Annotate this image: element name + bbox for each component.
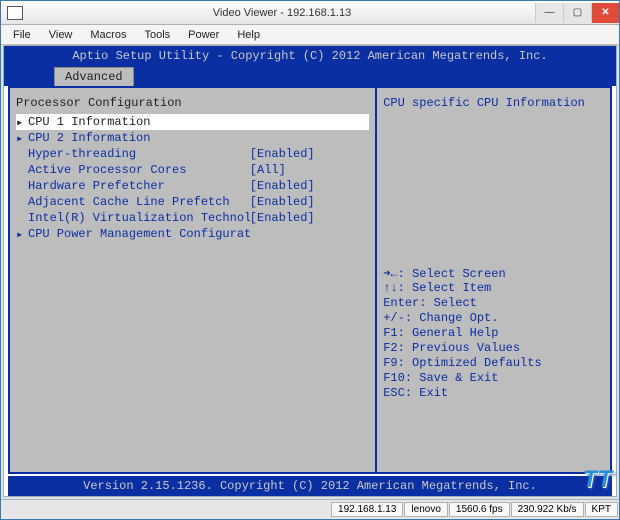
opt-label: Hyper-threading bbox=[28, 147, 250, 161]
hint-esc: ESC: Exit bbox=[383, 386, 604, 401]
opt-cpu1-info[interactable]: ▸ CPU 1 Information bbox=[16, 114, 369, 130]
opt-adj-cache-prefetch[interactable]: Adjacent Cache Line Prefetch [Enabled] bbox=[16, 194, 369, 210]
status-mode: KPT bbox=[585, 502, 618, 517]
opt-value: [Enabled] bbox=[250, 195, 369, 209]
opt-hw-prefetcher[interactable]: Hardware Prefetcher [Enabled] bbox=[16, 178, 369, 194]
statusbar: 192.168.1.13 lenovo 1560.6 fps 230.922 K… bbox=[1, 499, 619, 519]
close-button[interactable]: ✕ bbox=[591, 3, 619, 23]
hint-enter: Enter: Select bbox=[383, 296, 604, 311]
status-fps: 1560.6 fps bbox=[449, 502, 510, 517]
bios-body: Processor Configuration ▸ CPU 1 Informat… bbox=[8, 86, 612, 474]
menubar: File View Macros Tools Power Help bbox=[1, 25, 619, 45]
minimize-button[interactable]: — bbox=[535, 3, 563, 23]
remote-screen: Aptio Setup Utility - Copyright (C) 2012… bbox=[3, 45, 617, 497]
opt-label: Hardware Prefetcher bbox=[28, 179, 250, 193]
app-icon bbox=[7, 6, 23, 20]
status-rate: 230.922 Kb/s bbox=[511, 502, 584, 517]
hint-opt-defaults: F9: Optimized Defaults bbox=[383, 356, 604, 371]
opt-vt[interactable]: Intel(R) Virtualization Technology [Enab… bbox=[16, 210, 369, 226]
section-title: Processor Configuration bbox=[16, 96, 369, 110]
help-text: CPU specific CPU Information bbox=[383, 96, 604, 266]
maximize-button[interactable]: ▢ bbox=[563, 3, 591, 23]
hint-select-item: ↑↓: Select Item bbox=[383, 281, 604, 296]
opt-active-cores[interactable]: Active Processor Cores [All] bbox=[16, 162, 369, 178]
window-buttons: — ▢ ✕ bbox=[535, 3, 619, 23]
opt-label: Intel(R) Virtualization Technology bbox=[28, 211, 250, 225]
opt-cpu2-info[interactable]: ▸ CPU 2 Information bbox=[16, 130, 369, 146]
opt-label: CPU 2 Information bbox=[28, 131, 250, 145]
menu-macros[interactable]: Macros bbox=[82, 27, 134, 43]
bios-header: Aptio Setup Utility - Copyright (C) 2012… bbox=[4, 46, 616, 66]
tab-advanced[interactable]: Advanced bbox=[54, 67, 134, 86]
titlebar: Video Viewer - 192.168.1.13 — ▢ ✕ bbox=[1, 1, 619, 25]
opt-value: [Enabled] bbox=[250, 179, 369, 193]
menu-help[interactable]: Help bbox=[229, 27, 268, 43]
opt-value: [Enabled] bbox=[250, 147, 369, 161]
hint-save-exit: F10: Save & Exit bbox=[383, 371, 604, 386]
status-user: lenovo bbox=[404, 502, 447, 517]
submenu-arrow-icon: ▸ bbox=[16, 227, 28, 242]
bios-options-pane: Processor Configuration ▸ CPU 1 Informat… bbox=[10, 88, 377, 472]
opt-label: Adjacent Cache Line Prefetch bbox=[28, 195, 250, 209]
app-window: Video Viewer - 192.168.1.13 — ▢ ✕ File V… bbox=[0, 0, 620, 520]
submenu-arrow-icon: ▸ bbox=[16, 131, 28, 146]
opt-label: CPU 1 Information bbox=[28, 115, 250, 129]
hint-select-screen: ➜←: Select Screen bbox=[383, 266, 604, 281]
opt-value: [All] bbox=[250, 163, 369, 177]
window-title: Video Viewer - 192.168.1.13 bbox=[29, 7, 535, 19]
opt-hyper-threading[interactable]: Hyper-threading [Enabled] bbox=[16, 146, 369, 162]
menu-view[interactable]: View bbox=[41, 27, 81, 43]
menu-file[interactable]: File bbox=[5, 27, 39, 43]
opt-label: Active Processor Cores bbox=[28, 163, 250, 177]
opt-label: CPU Power Management Configuration bbox=[28, 227, 250, 241]
key-hints: ➜←: Select Screen ↑↓: Select Item Enter:… bbox=[383, 266, 604, 401]
menu-tools[interactable]: Tools bbox=[136, 27, 178, 43]
opt-cpu-power-mgmt[interactable]: ▸ CPU Power Management Configuration bbox=[16, 226, 369, 242]
bios-help-pane: CPU specific CPU Information ➜←: Select … bbox=[377, 88, 610, 472]
hint-general-help: F1: General Help bbox=[383, 326, 604, 341]
hint-previous-values: F2: Previous Values bbox=[383, 341, 604, 356]
bios-footer: Version 2.15.1236. Copyright (C) 2012 Am… bbox=[8, 476, 612, 496]
bios-tab-row: Advanced bbox=[4, 66, 616, 86]
menu-power[interactable]: Power bbox=[180, 27, 227, 43]
submenu-arrow-icon: ▸ bbox=[16, 115, 28, 130]
hint-change-opt: +/-: Change Opt. bbox=[383, 311, 604, 326]
opt-value: [Enabled] bbox=[250, 211, 369, 225]
status-ip: 192.168.1.13 bbox=[331, 502, 403, 517]
